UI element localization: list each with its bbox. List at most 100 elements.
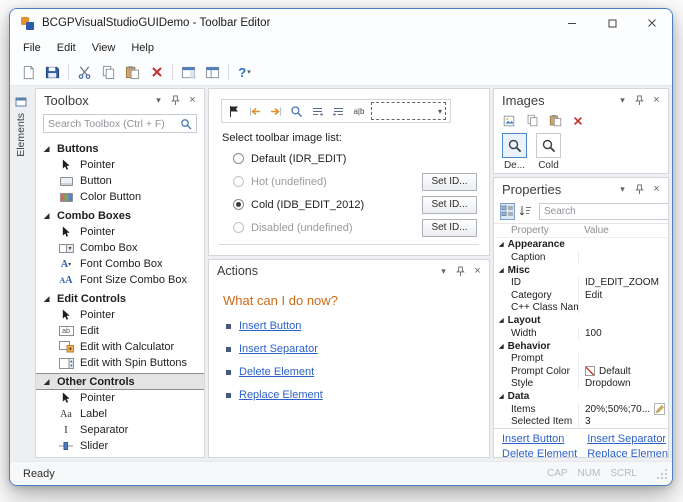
paste-icon[interactable]	[121, 61, 144, 83]
panel-menu-button[interactable]: ▾	[435, 263, 452, 280]
property-row-category[interactable]: Category Edit	[494, 289, 668, 302]
delete-icon[interactable]	[145, 61, 168, 83]
copy-icon[interactable]	[97, 61, 120, 83]
magnifier-icon[interactable]	[288, 102, 305, 121]
list-left-icon[interactable]	[309, 102, 326, 121]
category-misc[interactable]: ◢ Misc	[494, 264, 668, 277]
flag-icon[interactable]	[226, 102, 243, 121]
toolbox-item[interactable]: Button	[36, 173, 204, 189]
toolbox-item[interactable]: Aa Label	[36, 406, 204, 422]
workspace-icon[interactable]	[177, 61, 200, 83]
category-appearance[interactable]: ◢ Appearance	[494, 238, 668, 251]
radio-icon[interactable]	[233, 222, 244, 233]
panel-menu-button[interactable]: ▾	[150, 92, 167, 109]
pin-button[interactable]	[631, 181, 648, 198]
link-replace-element[interactable]: Replace Element	[239, 389, 323, 401]
toolbox-item[interactable]: Color Button	[36, 189, 204, 205]
toolbox-item[interactable]: Pointer	[36, 157, 204, 173]
set-id-button[interactable]: Set ID...	[422, 172, 477, 191]
move-forward-icon[interactable]	[268, 102, 285, 121]
property-row-class-name[interactable]: C++ Class Name	[494, 301, 668, 314]
link-insert-separator[interactable]: Insert Separator	[239, 343, 318, 355]
imagelist-option-cold[interactable]: Cold (IDB_EDIT_2012) Set ID...	[233, 193, 479, 216]
new-icon[interactable]	[17, 61, 40, 83]
link-delete-element[interactable]: Delete Element	[239, 366, 314, 378]
menu-file[interactable]: File	[15, 39, 49, 57]
close-button[interactable]	[632, 9, 672, 37]
radio-icon[interactable]	[233, 176, 244, 187]
menu-help[interactable]: Help	[123, 39, 162, 57]
radio-checked-icon[interactable]	[233, 199, 244, 210]
copy-icon[interactable]	[523, 112, 541, 129]
properties-search-input[interactable]	[544, 205, 668, 217]
edit-items-button[interactable]	[654, 403, 666, 416]
categorized-icon[interactable]	[500, 202, 515, 220]
toolbox-item[interactable]: Pointer	[36, 390, 204, 406]
link-insert-separator[interactable]: Insert Separator	[587, 433, 668, 445]
image-item-cold[interactable]: Cold	[536, 133, 561, 171]
link-insert-button[interactable]: Insert Button	[502, 433, 577, 445]
toolbox-search-input[interactable]	[48, 117, 180, 130]
property-row-items[interactable]: Items 20%;50%;70...	[494, 403, 668, 416]
close-panel-button[interactable]: ×	[648, 92, 665, 109]
text-ab-icon[interactable]: a|b	[351, 102, 368, 121]
tab-elements[interactable]: Elements	[15, 92, 27, 161]
pin-button[interactable]	[631, 92, 648, 109]
menu-edit[interactable]: Edit	[49, 39, 84, 57]
property-row-width[interactable]: Width 100	[494, 327, 668, 340]
minimize-button[interactable]	[552, 9, 592, 37]
new-image-icon[interactable]	[500, 112, 518, 129]
link-delete-element[interactable]: Delete Element	[502, 448, 577, 457]
toolbox-item[interactable]: Edit with Calculator	[36, 339, 204, 355]
paste-icon[interactable]	[546, 112, 564, 129]
property-row-selected-item[interactable]: Selected Item 3	[494, 415, 668, 428]
imagelist-option-default[interactable]: Default (IDR_EDIT)	[233, 147, 479, 170]
help-icon[interactable]: ? ▾	[233, 61, 256, 83]
zoom-combobox-element[interactable]: ▾	[371, 102, 446, 120]
link-replace-element[interactable]: Replace Element	[587, 448, 668, 457]
toolbox-item[interactable]: Edit with Spin Buttons	[36, 355, 204, 371]
toolbox-item[interactable]: Slider	[36, 438, 204, 454]
toolbox-item[interactable]: I Separator	[36, 422, 204, 438]
save-icon[interactable]	[41, 61, 64, 83]
imagelist-option-disabled[interactable]: Disabled (undefined) Set ID...	[233, 216, 479, 239]
property-row-prompt[interactable]: Prompt	[494, 352, 668, 365]
property-row-id[interactable]: ID ID_EDIT_ZOOM	[494, 276, 668, 289]
toolbox-category-edit-controls[interactable]: ◢ Edit Controls	[36, 290, 204, 307]
property-row-style[interactable]: Style Dropdown	[494, 377, 668, 390]
resize-grip[interactable]	[655, 467, 668, 480]
toolbox-item[interactable]: Pointer	[36, 224, 204, 240]
toolbox-category-other-controls[interactable]: ◢ Other Controls	[36, 373, 204, 390]
set-id-button[interactable]: Set ID...	[422, 195, 477, 214]
toolbox-category-buttons[interactable]: ◢ Buttons	[36, 140, 204, 157]
set-id-button[interactable]: Set ID...	[422, 218, 477, 237]
panel-menu-button[interactable]: ▾	[614, 92, 631, 109]
radio-icon[interactable]	[233, 153, 244, 164]
pin-button[interactable]	[167, 92, 184, 109]
property-row-prompt-color[interactable]: Prompt Color Default	[494, 365, 668, 378]
menu-view[interactable]: View	[84, 39, 124, 57]
toolbox-item[interactable]: A A Font Size Combo Box	[36, 272, 204, 288]
pin-button[interactable]	[452, 263, 469, 280]
category-data[interactable]: ◢ Data	[494, 390, 668, 403]
toolbox-item[interactable]: A ▾ Font Combo Box	[36, 256, 204, 272]
maximize-button[interactable]	[592, 9, 632, 37]
panel-menu-button[interactable]: ▾	[614, 181, 631, 198]
cut-icon[interactable]	[73, 61, 96, 83]
toolbox-category-combo-boxes[interactable]: ◢ Combo Boxes	[36, 207, 204, 224]
list-right-icon[interactable]	[330, 102, 347, 121]
toolbox-item[interactable]: Pointer	[36, 307, 204, 323]
link-insert-button[interactable]: Insert Button	[239, 320, 301, 332]
close-panel-button[interactable]: ×	[184, 92, 201, 109]
image-item-default[interactable]: De...	[502, 133, 527, 171]
category-layout[interactable]: ◢ Layout	[494, 314, 668, 327]
close-panel-button[interactable]: ×	[469, 263, 486, 280]
alphabetical-sort-icon[interactable]	[518, 203, 533, 220]
move-back-icon[interactable]	[247, 102, 264, 121]
toolbox-item[interactable]: ab Edit	[36, 323, 204, 339]
windows-icon[interactable]	[201, 61, 224, 83]
category-behavior[interactable]: ◢ Behavior	[494, 340, 668, 353]
close-panel-button[interactable]: ×	[648, 181, 665, 198]
property-row-caption[interactable]: Caption	[494, 251, 668, 264]
imagelist-option-hot[interactable]: Hot (undefined) Set ID...	[233, 170, 479, 193]
